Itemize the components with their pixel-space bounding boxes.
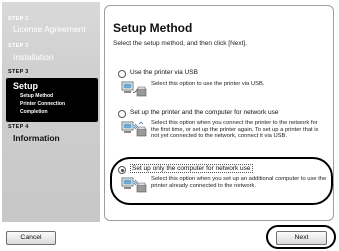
network-computer-only-icon [121,177,147,193]
option-network-printer-and-computer[interactable]: Set up the printer and the computer for … [109,108,331,158]
radio-network-printer-and-computer[interactable] [118,110,126,118]
setup-dialog: STEP 1 License Agreement STEP 2 Installa… [0,0,339,251]
step-sidebar: STEP 1 License Agreement STEP 2 Installa… [2,2,100,222]
setup-method-panel: Setup Method Select the setup method, an… [104,5,334,221]
option-network-computer-only-description: Select this option when you set up an ad… [151,176,327,189]
step-4-number: STEP 4 [8,124,29,130]
option-usb[interactable]: Use the printer via USB Select this opti… [109,68,331,102]
active-step-block: Setup Setup Method Printer Connection Co… [6,78,98,122]
page-title: Setup Method [113,21,193,35]
substep-setup-method: Setup Method [20,93,54,99]
step-2-title: Installation [13,52,54,62]
step-1-title: License Agreement [13,24,86,34]
option-usb-label[interactable]: Use the printer via USB [130,69,198,76]
option-network-printer-and-computer-label[interactable]: Set up the printer and the computer for … [130,109,279,116]
step-2-number: STEP 2 [8,43,29,49]
substep-printer-connection: Printer Connection [20,101,66,107]
option-network-printer-and-computer-description: Select this option when you connect the … [151,120,319,140]
substep-completion: Completion [20,109,48,115]
instruction-text: Select the setup method, and then click … [113,40,248,47]
network-computer-printer-icon [121,121,147,137]
next-button[interactable]: Next [276,231,327,245]
option-usb-description: Select this option to use the printer vi… [151,81,265,87]
step-3-title: Setup [13,81,39,91]
radio-usb[interactable] [118,70,126,78]
step-1-number: STEP 1 [8,16,29,22]
step-3-number: STEP 3 [8,69,29,75]
option-network-computer-only[interactable]: Set up only the computer for network use… [109,164,331,204]
option-network-computer-only-label[interactable]: Set up only the computer for network use [130,164,253,173]
step-4-title: Information [13,133,60,143]
cancel-button[interactable]: Cancel [6,231,56,245]
radio-network-computer-only[interactable] [118,166,126,174]
usb-computer-printer-icon [121,81,147,97]
